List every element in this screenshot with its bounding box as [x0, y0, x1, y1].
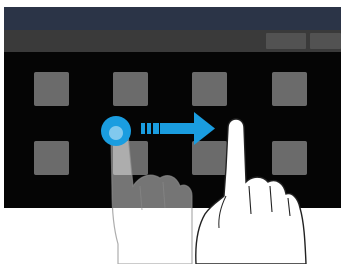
- ghost-hand-icon: [110, 126, 193, 264]
- hand-icon: [195, 118, 307, 264]
- arrow-right-icon: [141, 112, 215, 145]
- gesture-overlay: [101, 112, 307, 264]
